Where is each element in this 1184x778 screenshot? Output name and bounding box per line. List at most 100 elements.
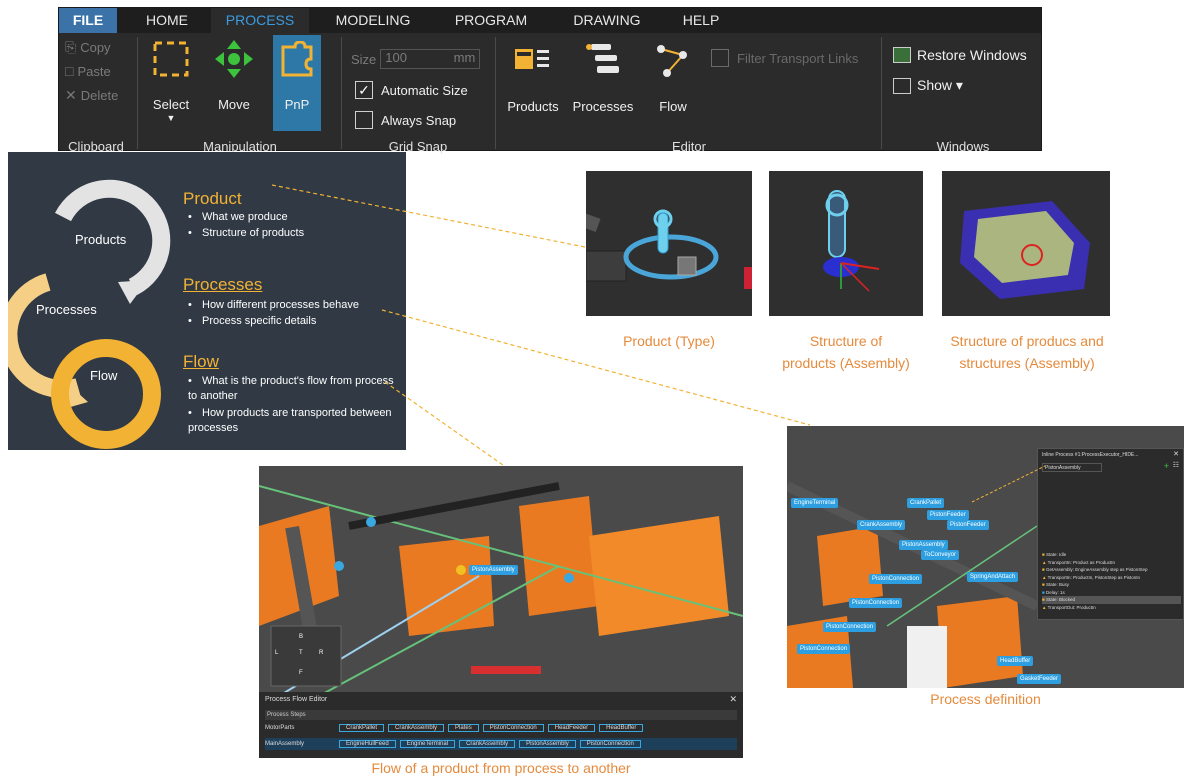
row-name: MainAssembly xyxy=(265,741,305,747)
tab-drawing[interactable]: DRAWING xyxy=(559,8,655,33)
select-button[interactable]: Select ▼ xyxy=(147,37,195,133)
tab-file[interactable]: FILE xyxy=(59,8,117,33)
copy-button[interactable]: ⎘ Copy xyxy=(65,39,111,56)
automatic-size-checkbox[interactable]: ✓ Automatic Size xyxy=(355,81,468,99)
grid-size-input[interactable]: 100 mm xyxy=(380,49,481,69)
processes-label: Processes xyxy=(572,99,634,114)
scene-label: CrankAssembly xyxy=(857,520,906,530)
step-chip[interactable]: PistonAssembly xyxy=(519,740,576,748)
caption-flow: Flow of a product from process to anothe… xyxy=(371,760,631,776)
always-snap-checkbox[interactable]: Always Snap xyxy=(355,111,456,129)
show-windows-button[interactable]: Show ▾ xyxy=(893,77,963,94)
processes-button[interactable]: Processes xyxy=(567,37,639,133)
step-chip[interactable]: PistonConnection xyxy=(482,724,544,732)
step-chip[interactable]: EngineHullFeed xyxy=(339,740,396,748)
scene-label: PistonAssembly xyxy=(899,540,948,550)
processes-bullet-1: • How different processes behave xyxy=(188,299,359,311)
process-dropdown[interactable]: PistonAssembly xyxy=(1042,463,1102,472)
scene-label: PistonFeeder xyxy=(927,510,969,520)
scene-label: PistonConnection xyxy=(797,644,851,654)
group-divider xyxy=(341,37,342,149)
process-flow-editor-panel: Process Flow Editor ✕ Process Steps Moto… xyxy=(259,692,743,758)
statement-text: Delay: 1s xyxy=(1045,589,1065,595)
processes-connector xyxy=(381,309,811,426)
flow-row-mainassembly[interactable]: MainAssembly EngineHullFeed EngineTermin… xyxy=(265,738,737,750)
group-divider xyxy=(881,37,882,149)
copy-icon: ⎘ xyxy=(65,39,77,55)
checkbox-empty xyxy=(355,111,373,129)
grid-icon[interactable]: ☷ xyxy=(1173,461,1179,469)
statement-item[interactable]: ■ State: Idle xyxy=(1042,551,1181,559)
statement-item[interactable]: ■ GetAssembly: EngineAssembly step as Pi… xyxy=(1042,566,1181,574)
filter-transport-links-checkbox[interactable]: Filter Transport Links xyxy=(711,49,858,67)
pnp-button[interactable]: PnP xyxy=(273,35,321,131)
statement-item[interactable]: ■ State: Busy xyxy=(1042,581,1181,589)
ribbon-toolbar: FILE HOME PROCESS MODELING PROGRAM DRAWI… xyxy=(58,7,1042,154)
pnp-label: PnP xyxy=(284,97,310,112)
add-icon[interactable]: + xyxy=(1164,461,1169,471)
row-name: MotorParts xyxy=(265,725,295,731)
step-chip[interactable]: CrankAssembly xyxy=(388,724,445,732)
paste-button[interactable]: □ Paste xyxy=(65,63,111,79)
flow-bullet-2: • How products are transported between pr… xyxy=(188,407,392,434)
ribbon-tab-bar: FILE HOME PROCESS MODELING PROGRAM DRAWI… xyxy=(59,8,1041,33)
statement-item-selected[interactable]: ■ State: Blocked xyxy=(1042,596,1181,604)
step-chip[interactable]: HeadBuffer xyxy=(599,724,644,732)
close-icon[interactable]: ✕ xyxy=(1173,450,1179,458)
products-label: Products xyxy=(507,99,559,114)
statement-item[interactable]: ▲ TransportOut: ProductIn xyxy=(1042,604,1181,612)
flow-row-motorparts[interactable]: MotorParts CrankPallet CrankAssembly Pla… xyxy=(265,722,737,734)
checkbox-empty xyxy=(711,49,729,67)
flow-icon xyxy=(657,45,687,77)
move-button[interactable]: Move xyxy=(209,37,259,133)
restore-windows-button[interactable]: Restore Windows xyxy=(893,47,1027,63)
scene-label: PistonConnection xyxy=(849,598,903,608)
delete-button[interactable]: ✕ Delete xyxy=(65,87,118,104)
step-chip[interactable]: Plates xyxy=(448,724,479,732)
scene-label: PistonAssembly xyxy=(469,565,518,575)
statement-item[interactable]: ▲ TransportIn: ProductIn, PistonStep as … xyxy=(1042,574,1181,582)
viewcube-top: B xyxy=(299,634,304,640)
step-chip[interactable]: PistonConnection xyxy=(579,740,641,748)
inline-process-title: Inline Process #1:ProcessExecutor_HIDE..… xyxy=(1042,452,1139,458)
close-icon[interactable]: ✕ xyxy=(729,694,737,705)
paste-label: Paste xyxy=(77,63,111,79)
processes-heading: Processes xyxy=(183,275,263,294)
copy-label: Copy xyxy=(80,40,111,55)
tab-program[interactable]: PROGRAM xyxy=(439,8,543,33)
statement-text: State: Idle xyxy=(1045,552,1067,557)
restore-windows-icon xyxy=(893,47,911,63)
tab-process[interactable]: PROCESS xyxy=(211,8,309,33)
statement-item[interactable]: ▲ TransportIn: Product as ProductIn xyxy=(1042,559,1181,567)
select-label: Select xyxy=(152,97,190,112)
step-chip[interactable]: CrankAssembly xyxy=(459,740,516,748)
step-chip[interactable]: CrankPallet xyxy=(339,724,385,732)
tab-home[interactable]: HOME xyxy=(131,8,203,33)
select-icon xyxy=(153,41,189,77)
grid-size-label: Size xyxy=(351,51,377,67)
step-chip[interactable]: EngineTerminal xyxy=(399,740,456,748)
tab-help[interactable]: HELP xyxy=(671,8,731,33)
delete-icon: ✕ xyxy=(65,87,77,103)
paste-icon: □ xyxy=(65,63,74,79)
window-icon xyxy=(893,77,911,94)
process-flow-editor-title: Process Flow Editor xyxy=(265,696,328,703)
products-button[interactable]: Products xyxy=(501,37,565,133)
viewcube-bottom: F xyxy=(299,670,303,676)
tab-modeling[interactable]: MODELING xyxy=(321,8,425,33)
flow-button[interactable]: Flow xyxy=(647,37,699,133)
inline-process-panel: Inline Process #1:ProcessExecutor_HIDE..… xyxy=(1037,448,1184,620)
grid-size-field[interactable]: Size 100 mm xyxy=(351,49,481,69)
checkmark-icon: ✓ xyxy=(355,81,373,99)
automatic-size-label: Automatic Size xyxy=(381,82,468,98)
always-snap-label: Always Snap xyxy=(381,112,457,128)
statement-item[interactable]: ■ Delay: 1s xyxy=(1042,589,1181,597)
caption-structure-products: Structure of products (Assembly) xyxy=(782,333,910,371)
structure-assembly-render xyxy=(769,171,923,316)
restore-windows-label: Restore Windows xyxy=(917,47,1027,63)
structure-assembly-thumbnail xyxy=(769,171,923,316)
grid-size-value: 100 xyxy=(385,50,407,65)
step-chip[interactable]: HeadFeeder xyxy=(547,724,596,732)
show-windows-label: Show ▾ xyxy=(917,77,963,93)
viewcube-center: T xyxy=(299,650,303,656)
